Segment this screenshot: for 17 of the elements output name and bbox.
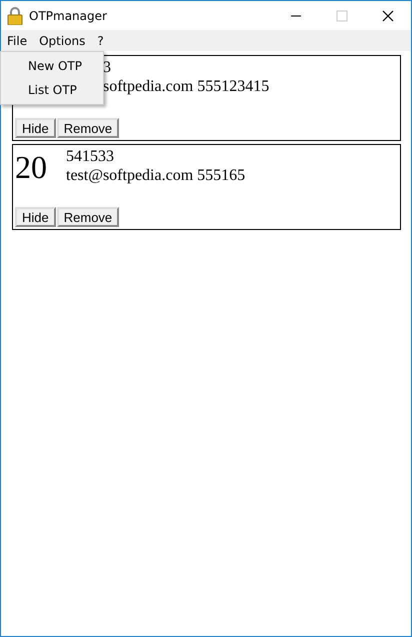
card-button[interactable]: Remove [56, 207, 120, 227]
otp-code: 541533 [66, 147, 115, 166]
otp-counter: 20 [15, 149, 47, 185]
otp-account: test@softpedia.com 555165 [66, 166, 246, 185]
padlock-icon [7, 6, 23, 24]
card-button[interactable]: Hide [15, 207, 56, 227]
otp-code: 3 [103, 58, 112, 77]
otp-account: softpedia.com 555123415 [103, 77, 270, 96]
menu-item[interactable]: File [7, 34, 28, 48]
menu-option[interactable]: List OTP [1, 83, 103, 97]
card-button[interactable]: Remove [56, 118, 120, 138]
menu-item[interactable]: ? [97, 34, 104, 48]
menu-item[interactable]: Options [39, 34, 86, 48]
menu-option[interactable]: New OTP [1, 59, 103, 73]
card-button[interactable]: Hide [15, 118, 56, 138]
window-title: OTPmanager [29, 8, 107, 22]
close-icon[interactable] [382, 10, 394, 22]
